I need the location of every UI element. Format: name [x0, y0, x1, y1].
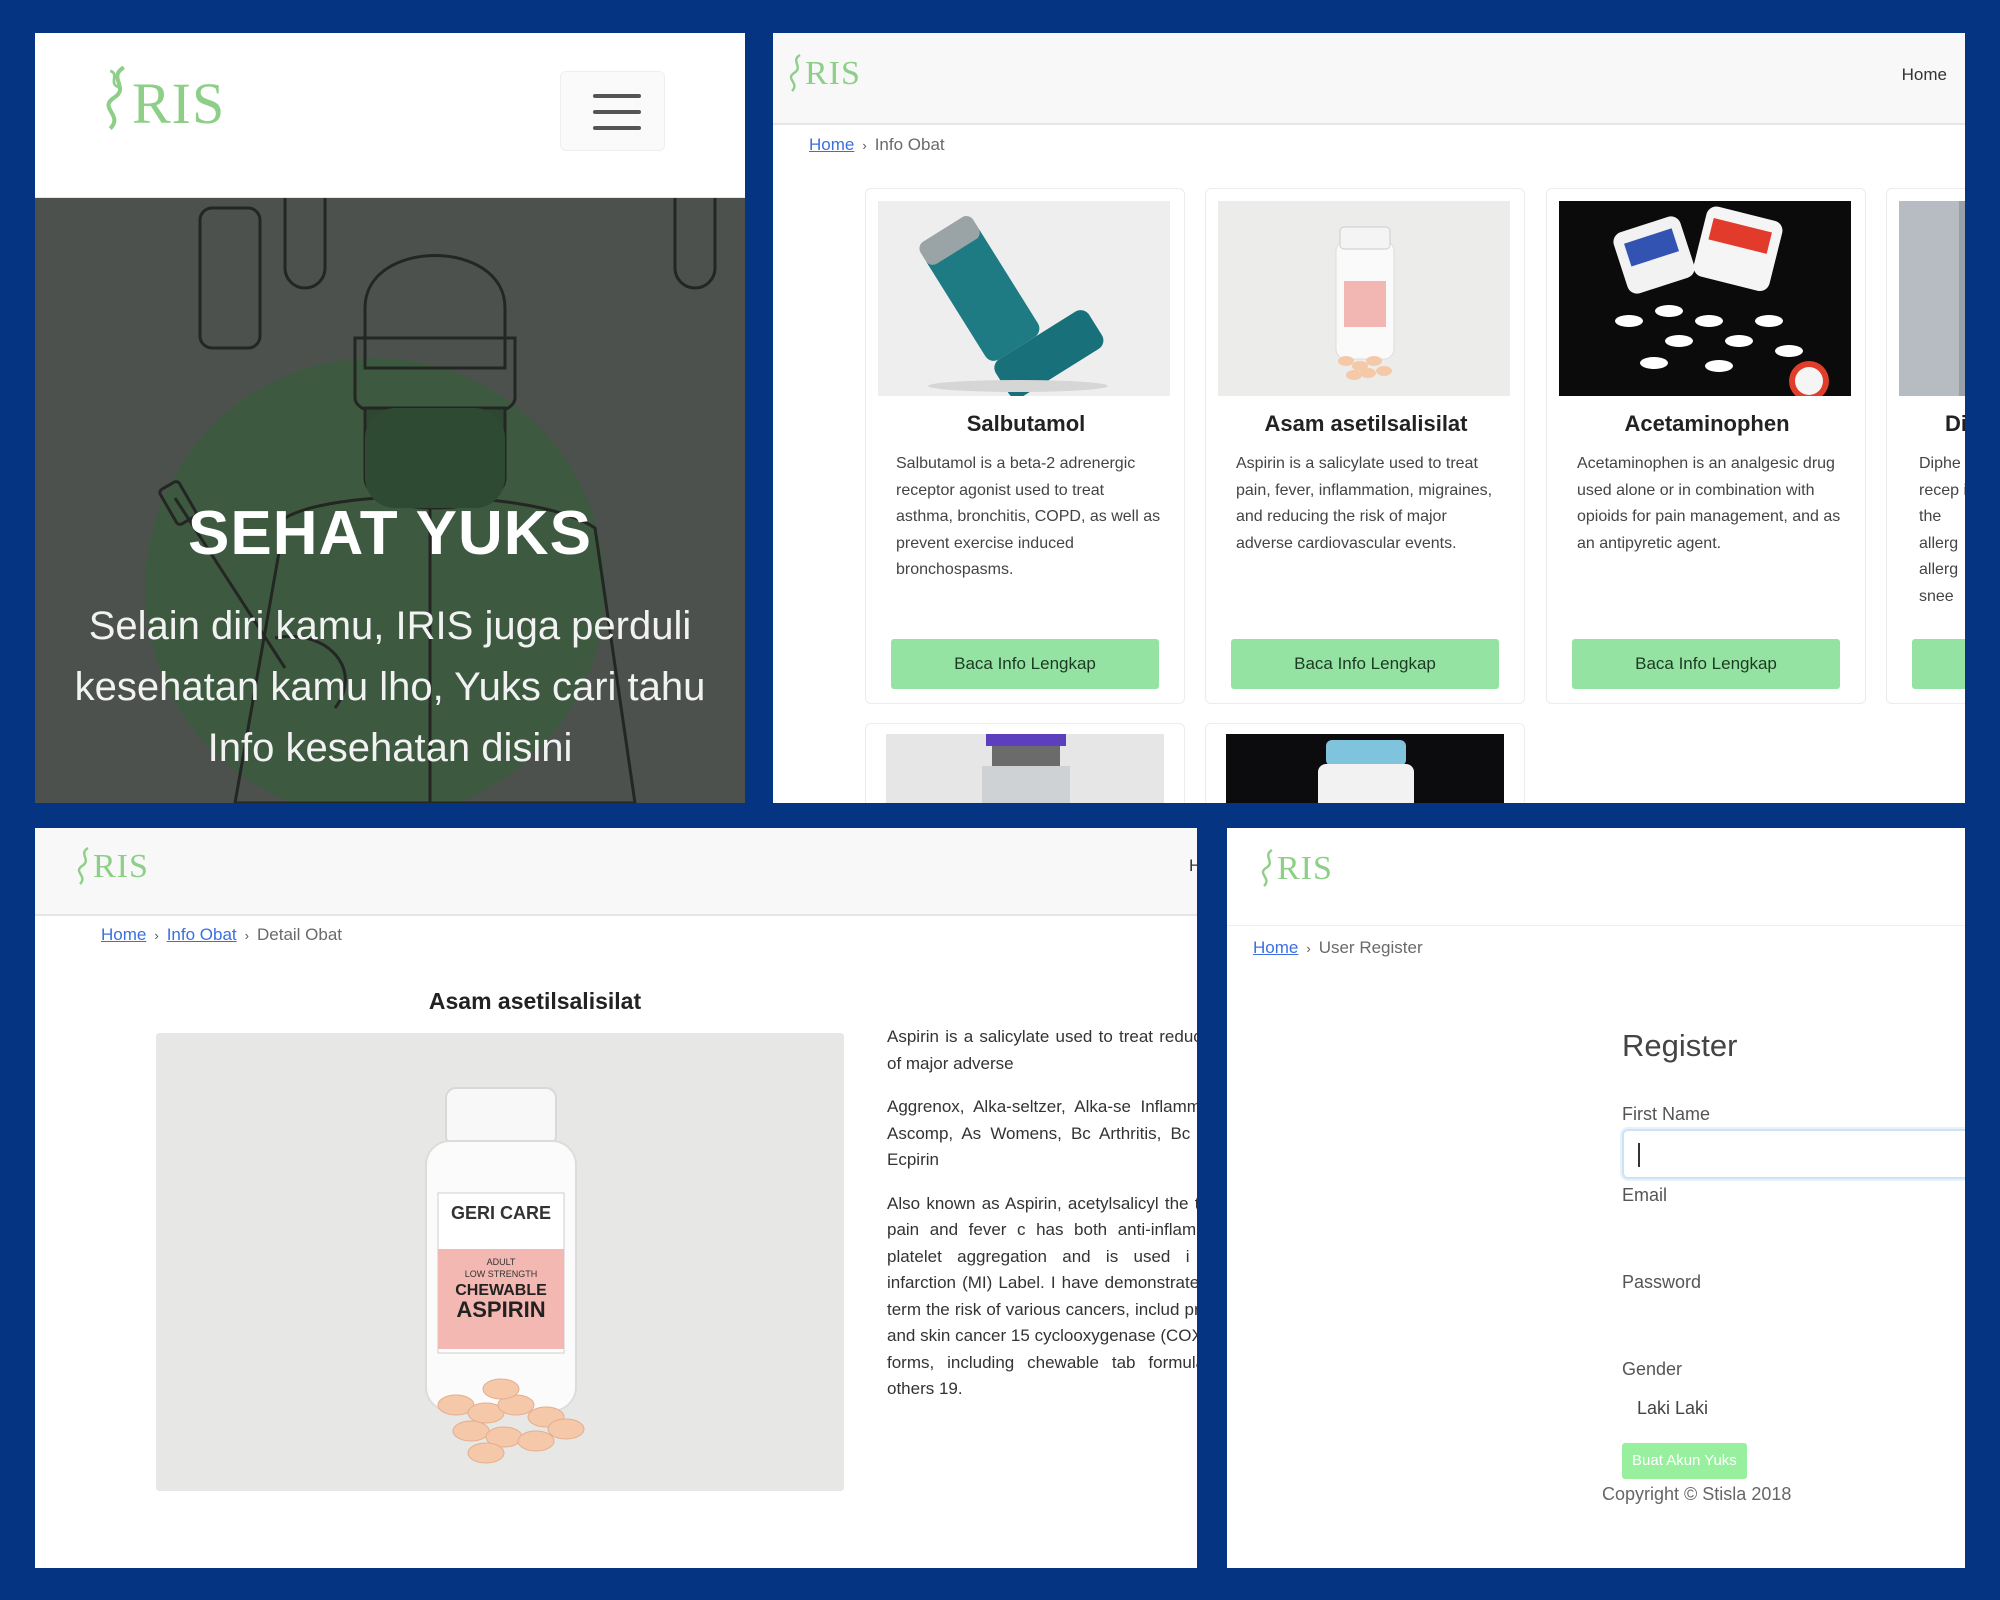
drug-card — [1205, 723, 1525, 803]
drug-detail-image: GERI CARE ADULT LOW STRENGTH CHEWABLE AS… — [156, 1033, 844, 1491]
dna-leaf-icon — [1257, 848, 1279, 888]
drug-detail-paragraph: Aggrenox, Alka-seltzer, Alka-se Inflamm a… — [887, 1097, 1197, 1169]
read-more-button[interactable]: Baca Info Lengkap — [1231, 639, 1499, 689]
dna-leaf-icon — [785, 53, 807, 93]
bottle-brand: GERI CARE — [451, 1203, 551, 1223]
breadcrumb-link-home[interactable]: Home — [101, 925, 146, 944]
drug-name: Asam asetilsalisilat — [1264, 411, 1468, 436]
drug-name: Acetaminophen — [1624, 411, 1790, 436]
breadcrumb-link-home[interactable]: Home — [1253, 938, 1298, 957]
breadcrumb-link-info-obat[interactable]: Info Obat — [167, 925, 237, 944]
hero-subtitle-line: kesehatan kamu lho, Yuks cari tahu — [74, 665, 706, 709]
dna-leaf-icon — [100, 63, 134, 133]
drug-name: Salbutamol — [966, 411, 1086, 436]
read-more-button[interactable] — [1912, 639, 1965, 689]
gender-select[interactable]: Laki Laki — [1637, 1398, 1965, 1419]
breadcrumb-chevron-icon: › — [1306, 941, 1311, 956]
password-label: Password — [1622, 1272, 1702, 1292]
hero-subtitle: Selain diri kamu, IRIS juga perduli kese… — [35, 596, 745, 779]
bottle-line: LOW STRENGTH — [465, 1269, 538, 1279]
brand-logo[interactable]: RIS — [73, 846, 149, 886]
breadcrumb: Home › Info Obat › Detail Obat — [101, 925, 342, 945]
register-panel: RIS Home › User Register Register First Na… — [1227, 828, 1965, 1568]
dna-leaf-icon — [73, 846, 95, 886]
drug-detail-paragraph: Also known as Aspirin, acetylsalicyl the… — [887, 1193, 1197, 1399]
mobile-home-panel: RIS SEHAT YUKS Selain diri kamu, IRIS ju… — [35, 33, 745, 803]
bottle-line: ASPIRIN — [456, 1297, 545, 1322]
brand-logo[interactable]: RIS — [1257, 848, 1333, 888]
brand-logo[interactable]: RIS — [785, 53, 861, 93]
drug-image-aspirin — [1218, 201, 1510, 396]
hero-banner: SEHAT YUKS Selain diri kamu, IRIS juga p… — [35, 198, 745, 803]
detail-obat-panel: RIS H Home › Info Obat › Detail Obat Asam as… — [35, 828, 1197, 1568]
password-input[interactable] — [1622, 1293, 1965, 1359]
brand-logo[interactable]: RIS — [100, 63, 225, 133]
drug-image-inhaler — [878, 201, 1170, 396]
drug-image-bottle — [1226, 734, 1504, 803]
first-name-label: First Name — [1622, 1104, 1711, 1124]
brand-logo-text: RIS — [805, 55, 861, 92]
drug-description: Acetaminophen is an analgesic drug used … — [1577, 455, 1841, 552]
drug-card — [865, 723, 1185, 803]
drug-card: Asam asetilsalisilat Aspirin is a salicy… — [1205, 188, 1525, 704]
drug-image-acetaminophen — [1559, 201, 1851, 396]
brand-logo-text: RIS — [132, 71, 226, 136]
drug-detail-paragraph: Aspirin is a salicylate used to treat re… — [887, 1027, 1197, 1073]
drug-detail-title: Asam asetilsalisilat — [428, 988, 642, 1014]
breadcrumb-current: Detail Obat — [256, 925, 343, 944]
register-form: Register First Name Email Password Gende… — [1622, 1028, 1965, 1479]
brand-logo-text: RIS — [93, 848, 149, 885]
drug-card: Acetaminophen Acetaminophen is an analge… — [1546, 188, 1866, 704]
drug-description: Aspirin is a salicylate used to treat pa… — [1236, 455, 1493, 552]
read-more-button[interactable]: Baca Info Lengkap — [1572, 639, 1840, 689]
gender-label: Gender — [1622, 1359, 1683, 1379]
breadcrumb: Home › User Register — [1253, 938, 1423, 958]
breadcrumb-chevron-icon: › — [244, 928, 249, 943]
desktop-navbar: RIS Home — [773, 33, 1965, 125]
copyright-text: Copyright © Stisla 2018 — [1602, 1484, 1792, 1504]
divider — [1227, 925, 1965, 926]
hero-title: SEHAT YUKS — [188, 499, 592, 568]
drug-card: Salbutamol Salbutamol is a beta-2 adrene… — [865, 188, 1185, 704]
nav-link-home[interactable]: Home — [1902, 65, 1947, 85]
breadcrumb-chevron-icon: › — [862, 138, 867, 153]
first-name-input[interactable] — [1622, 1129, 1965, 1179]
drug-description: Diphe recep in the allerg allerg snee — [1919, 455, 1965, 605]
hero-subtitle-line: Info kesehatan disini — [207, 726, 573, 770]
email-label: Email — [1622, 1185, 1668, 1205]
breadcrumb-chevron-icon: › — [154, 928, 159, 943]
hamburger-menu-icon[interactable] — [560, 71, 665, 151]
drug-card: Di Diphe recep in the allerg allerg snee — [1886, 188, 1965, 704]
drug-image-vial — [886, 734, 1164, 803]
breadcrumb-link-home[interactable]: Home — [809, 135, 854, 154]
info-obat-panel: RIS Home Home › Info Obat Salbutamol Salbu… — [773, 33, 1965, 803]
text-caret — [1638, 1143, 1640, 1167]
bottle-line: ADULT — [487, 1257, 516, 1267]
desktop-navbar: RIS H — [35, 828, 1197, 916]
drug-image-partial — [1899, 201, 1965, 396]
breadcrumb: Home › Info Obat — [809, 135, 945, 155]
read-more-button[interactable]: Baca Info Lengkap — [891, 639, 1159, 689]
nav-link-home[interactable]: H — [1189, 856, 1197, 876]
email-input[interactable] — [1622, 1206, 1965, 1272]
breadcrumb-current: User Register — [1318, 938, 1423, 957]
register-title: Register — [1622, 1028, 1738, 1063]
hero-subtitle-line: Selain diri kamu, IRIS juga perduli — [88, 604, 692, 648]
mobile-navbar: RIS — [35, 33, 745, 198]
brand-logo-text: RIS — [1277, 850, 1333, 887]
drug-description: Salbutamol is a beta-2 adrenergic recept… — [896, 455, 1161, 578]
breadcrumb-current: Info Obat — [874, 135, 945, 154]
drug-detail-text: Aspirin is a salicylate used to treat re… — [887, 1024, 1197, 1420]
create-account-button[interactable]: Buat Akun Yuks — [1622, 1443, 1747, 1479]
drug-name: Di — [1945, 411, 1965, 436]
